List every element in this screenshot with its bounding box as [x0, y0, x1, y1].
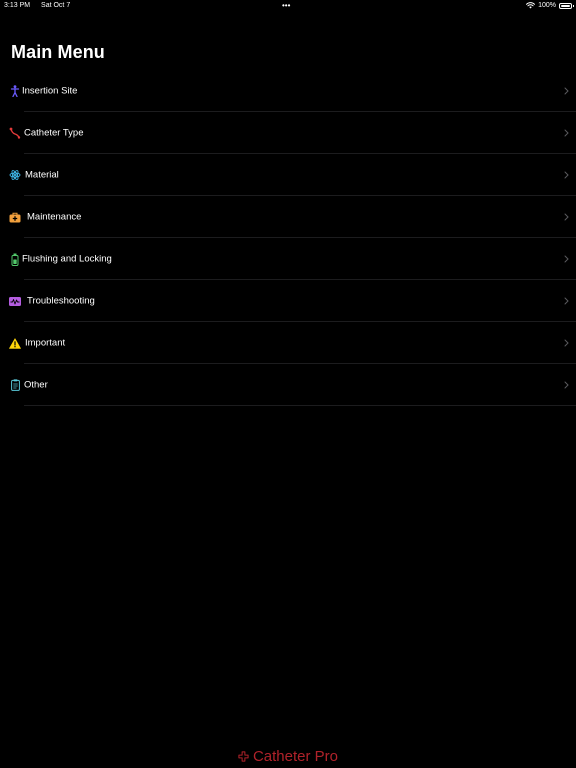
menu-item-label: Troubleshooting: [27, 295, 95, 307]
atom-icon: [9, 169, 21, 181]
multitasking-dots[interactable]: •••: [282, 1, 290, 10]
menu-item-insertion-site[interactable]: Insertion Site: [0, 70, 576, 112]
menu-item-other[interactable]: Other: [0, 364, 576, 406]
menu-item-maintenance[interactable]: Maintenance: [0, 196, 576, 238]
medical-bag-icon: [9, 211, 21, 223]
status-left: 3:13 PM Sat Oct 7: [4, 2, 70, 9]
menu-item-troubleshooting[interactable]: Troubleshooting: [0, 280, 576, 322]
menu-item-label: Material: [25, 169, 59, 181]
medical-cross-icon: [238, 751, 249, 762]
chevron-right-icon: [564, 381, 569, 389]
battery-percent: 100%: [538, 2, 556, 9]
person-figure-icon: [9, 85, 21, 97]
menu-item-label: Insertion Site: [22, 85, 78, 97]
menu-item-important[interactable]: Important: [0, 322, 576, 364]
page-title: Main Menu: [11, 42, 105, 62]
main-menu-list: Insertion Site Catheter Type Material Ma…: [0, 70, 576, 406]
catheter-tube-icon: [9, 127, 21, 139]
warning-triangle-icon: [9, 337, 21, 349]
status-right: 100%: [526, 2, 574, 9]
status-time: 3:13 PM: [4, 2, 31, 9]
menu-item-label: Maintenance: [27, 211, 82, 223]
menu-item-label: Flushing and Locking: [22, 253, 112, 265]
chevron-right-icon: [564, 213, 569, 221]
menu-item-catheter-type[interactable]: Catheter Type: [0, 112, 576, 154]
menu-item-material[interactable]: Material: [0, 154, 576, 196]
chevron-right-icon: [564, 255, 569, 263]
chevron-right-icon: [564, 171, 569, 179]
status-bar: 3:13 PM Sat Oct 7 ••• 100%: [0, 0, 576, 14]
menu-item-label: Important: [25, 337, 66, 349]
menu-item-label: Catheter Type: [24, 127, 84, 139]
battery-icon: [559, 2, 574, 9]
chevron-right-icon: [564, 87, 569, 95]
wifi-icon: [526, 2, 536, 9]
chevron-right-icon: [564, 297, 569, 305]
syringe-vial-icon: [9, 253, 21, 266]
menu-item-label: Other: [24, 379, 48, 391]
footer-brand: Catheter Pro: [0, 748, 576, 765]
waveform-icon: [9, 295, 21, 307]
chevron-right-icon: [564, 339, 569, 347]
clipboard-icon: [9, 379, 21, 391]
status-date: Sat Oct 7: [41, 2, 71, 9]
footer-brand-name: Catheter Pro: [252, 748, 339, 765]
chevron-right-icon: [564, 129, 569, 137]
menu-item-flushing-and-locking[interactable]: Flushing and Locking: [0, 238, 576, 280]
